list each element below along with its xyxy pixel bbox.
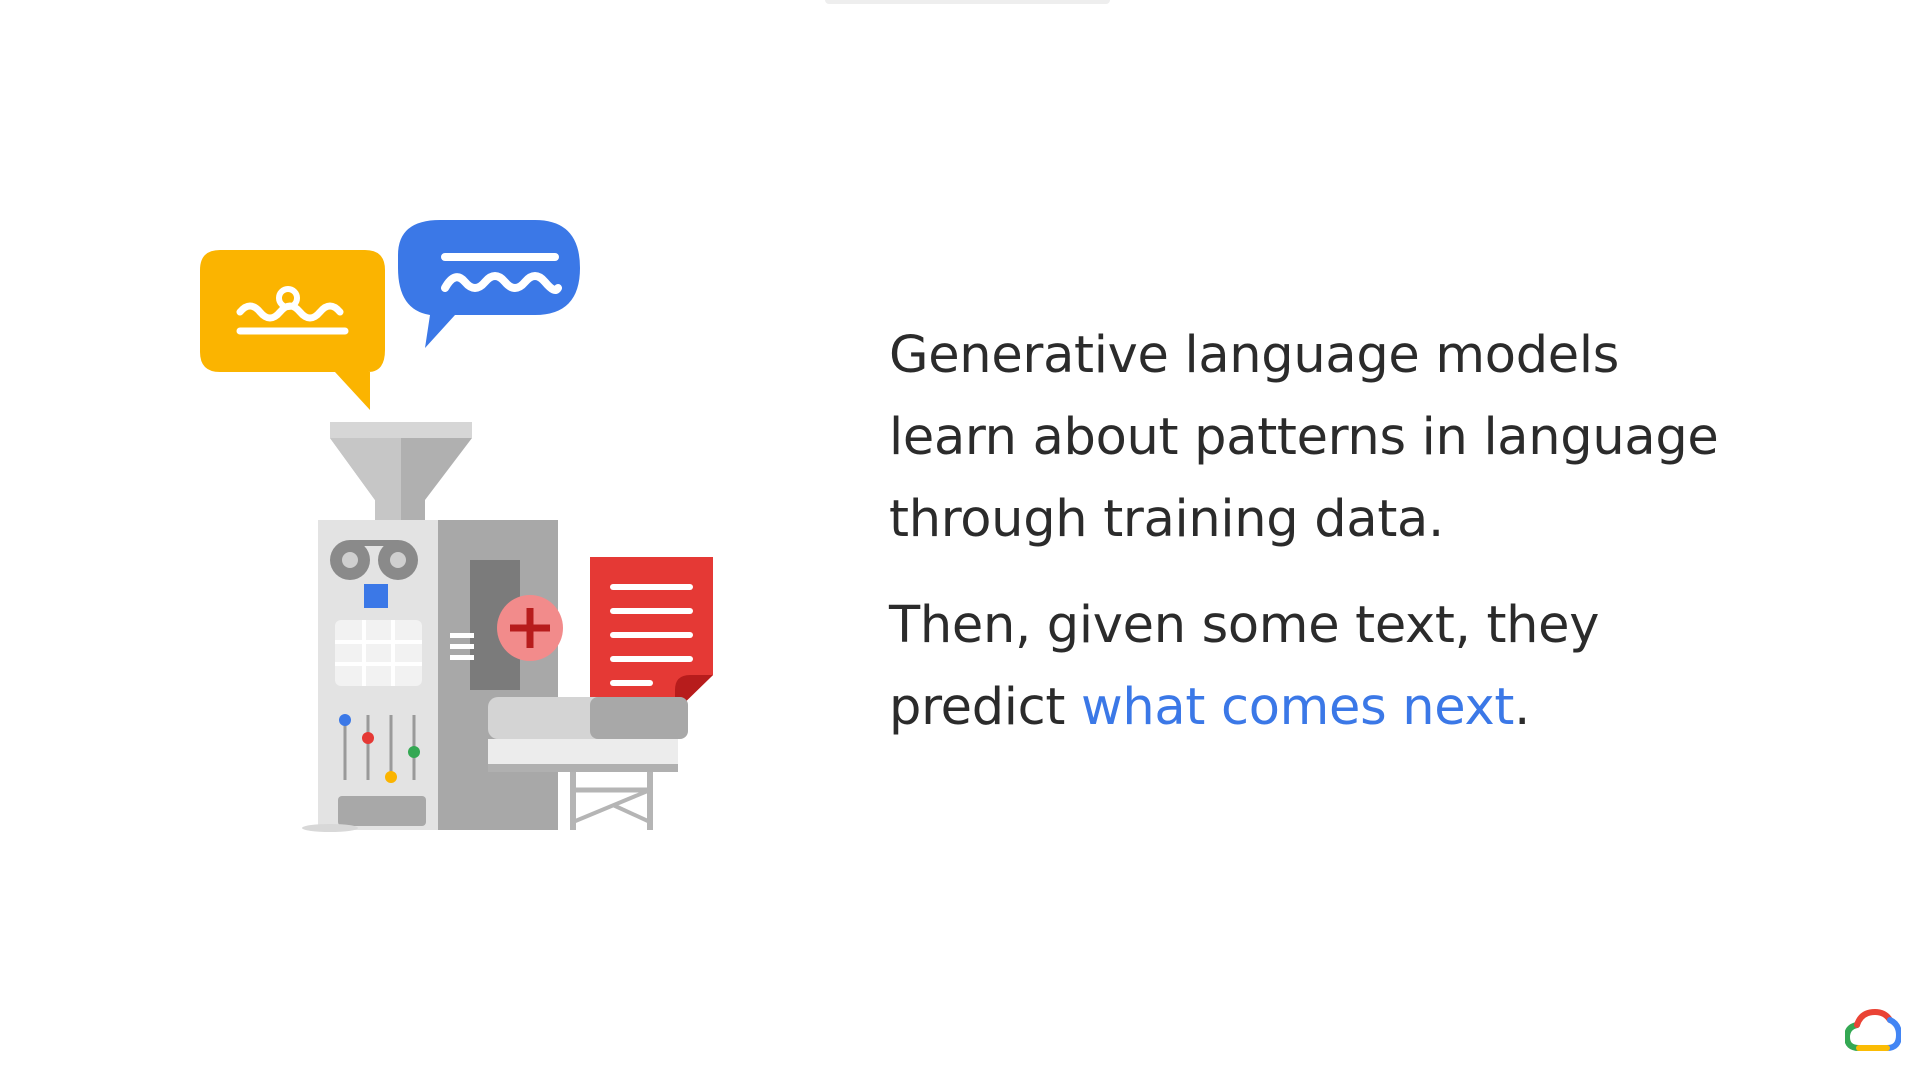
machine-icon (302, 520, 558, 832)
funnel-icon (330, 422, 472, 520)
top-tab-indicator (825, 0, 1110, 4)
google-cloud-logo (1845, 1008, 1901, 1051)
yellow-speech-bubble-icon (200, 250, 385, 410)
paragraph-prediction-line-1: Then, given some text, they (889, 596, 1600, 655)
paragraph-prediction: Then, given some text, they predict what… (889, 585, 1849, 749)
language-model-machine-illustration (200, 220, 713, 832)
prediction-suffix: . (1514, 678, 1530, 737)
slide: Generative language models learn about p… (0, 0, 1920, 1080)
paragraph-training: Generative language models learn about p… (889, 315, 1849, 561)
paragraph-prediction-line-2: predict what comes next. (889, 667, 1849, 749)
prediction-highlight: what comes next (1081, 678, 1515, 737)
paragraph-training-line-3: through training data. (889, 490, 1444, 549)
slide-text: Generative language models learn about p… (889, 315, 1849, 749)
paragraph-training-line-2: learn about patterns in language (889, 408, 1719, 467)
plus-icon (497, 595, 563, 661)
paragraph-training-line-1: Generative language models (889, 326, 1619, 385)
prediction-prefix: predict (889, 678, 1081, 737)
blue-speech-bubble-icon (398, 220, 580, 348)
document-icon (590, 557, 713, 712)
